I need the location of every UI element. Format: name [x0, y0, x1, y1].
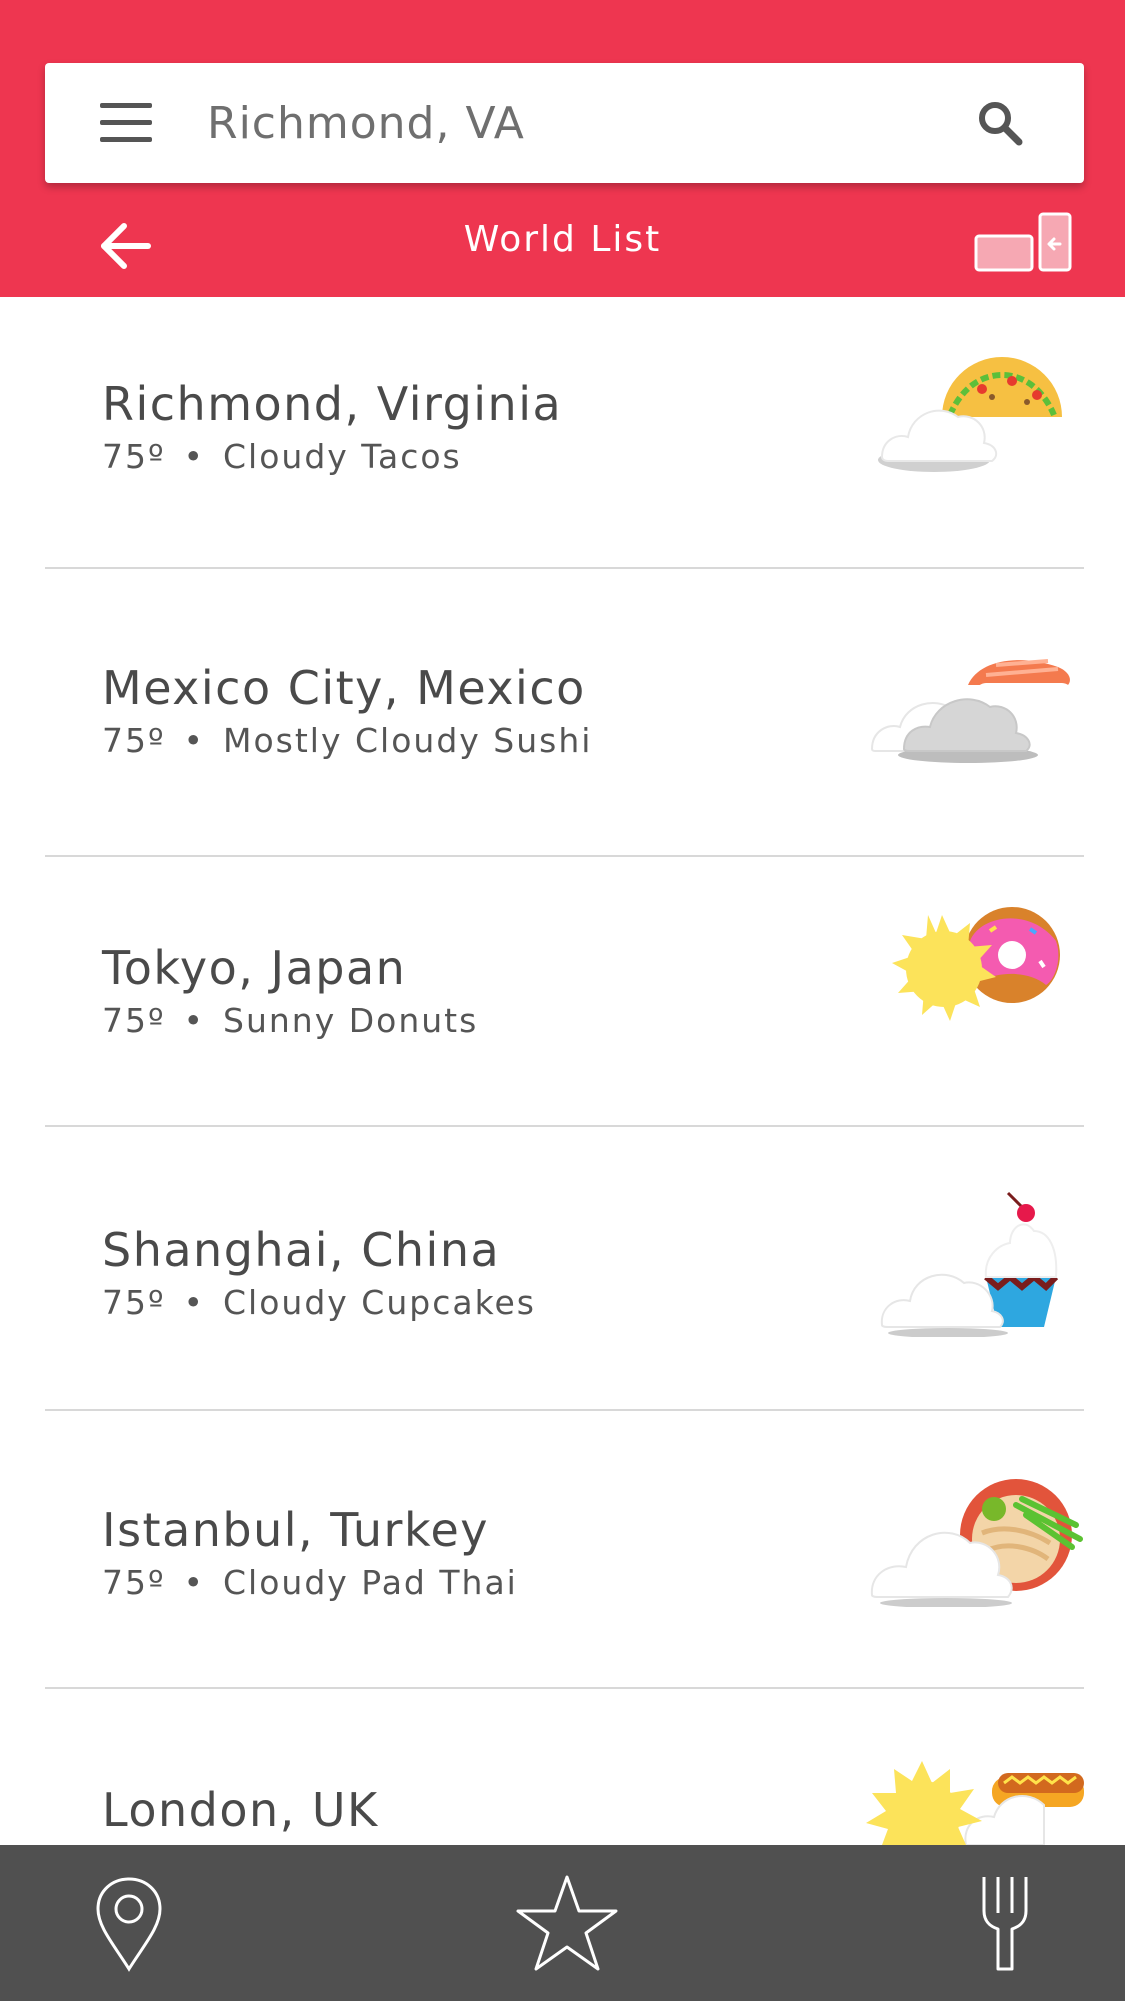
condition: Sunny Donuts — [223, 1001, 479, 1040]
city-name: London, UK — [102, 1783, 379, 1837]
search-input[interactable] — [207, 83, 957, 163]
menu-icon[interactable] — [100, 103, 152, 143]
city-name: Richmond, Virginia — [102, 377, 563, 431]
weather-summary: 75º • Sunny Donuts — [102, 1001, 478, 1040]
temperature: 75º — [102, 1001, 166, 1040]
city-name: Shanghai, China — [102, 1223, 501, 1277]
separator: • — [183, 437, 206, 476]
separator: • — [183, 721, 206, 760]
cloud-taco-icon — [878, 357, 1062, 472]
sun-donut-icon — [892, 907, 1060, 1021]
temperature: 75º — [102, 1563, 166, 1602]
list-item[interactable]: Tokyo, Japan 75º • Sunny Donuts — [0, 857, 1125, 1125]
condition: Cloudy Tacos — [223, 437, 462, 476]
condition: Cloudy Cupcakes — [223, 1283, 536, 1322]
weather-summary: 75º • Cloudy Pad Thai — [102, 1563, 518, 1602]
separator: • — [183, 1001, 206, 1040]
weather-summary: 75º • Cloudy Cupcakes — [102, 1283, 536, 1322]
location-icon[interactable] — [74, 1873, 184, 1973]
condition: Mostly Cloudy Sushi — [223, 721, 593, 760]
cloud-cupcake-icon — [880, 1191, 1059, 1337]
list-item[interactable]: London, UK — [0, 1689, 1125, 1845]
list-item[interactable]: Mexico City, Mexico 75º • Mostly Cloudy Su… — [0, 569, 1125, 855]
city-name: Mexico City, Mexico — [102, 661, 586, 715]
rotate-view-icon[interactable] — [974, 212, 1072, 274]
temperature: 75º — [102, 437, 166, 476]
city-name: Istanbul, Turkey — [102, 1503, 489, 1557]
temperature: 75º — [102, 1283, 166, 1322]
list-item[interactable]: Richmond, Virginia 75º • Cloudy Tacos — [0, 297, 1125, 567]
page-title: World List — [463, 219, 662, 260]
list-item[interactable]: Shanghai, China 75º • Cloudy Cupcakes — [0, 1127, 1125, 1409]
separator: • — [183, 1283, 206, 1322]
search-icon[interactable] — [975, 98, 1025, 148]
cloud-pad-thai-icon — [870, 1479, 1083, 1607]
condition: Cloudy Pad Thai — [223, 1563, 518, 1602]
fork-icon[interactable] — [950, 1873, 1060, 1973]
separator: • — [183, 1563, 206, 1602]
sun-cloud-hotdog-icon — [866, 1761, 1084, 1845]
weather-summary: 75º • Cloudy Tacos — [102, 437, 462, 476]
app-header: World List — [0, 0, 1125, 297]
temperature: 75º — [102, 721, 166, 760]
city-name: Tokyo, Japan — [102, 941, 407, 995]
search-bar — [45, 63, 1084, 183]
bottom-nav — [0, 1845, 1125, 2001]
star-icon[interactable] — [512, 1873, 622, 1973]
clouds-sushi-icon — [870, 659, 1072, 763]
list-item[interactable]: Istanbul, Turkey 75º • Cloudy Pad Thai — [0, 1411, 1125, 1687]
weather-summary: 75º • Mostly Cloudy Sushi — [102, 721, 592, 760]
